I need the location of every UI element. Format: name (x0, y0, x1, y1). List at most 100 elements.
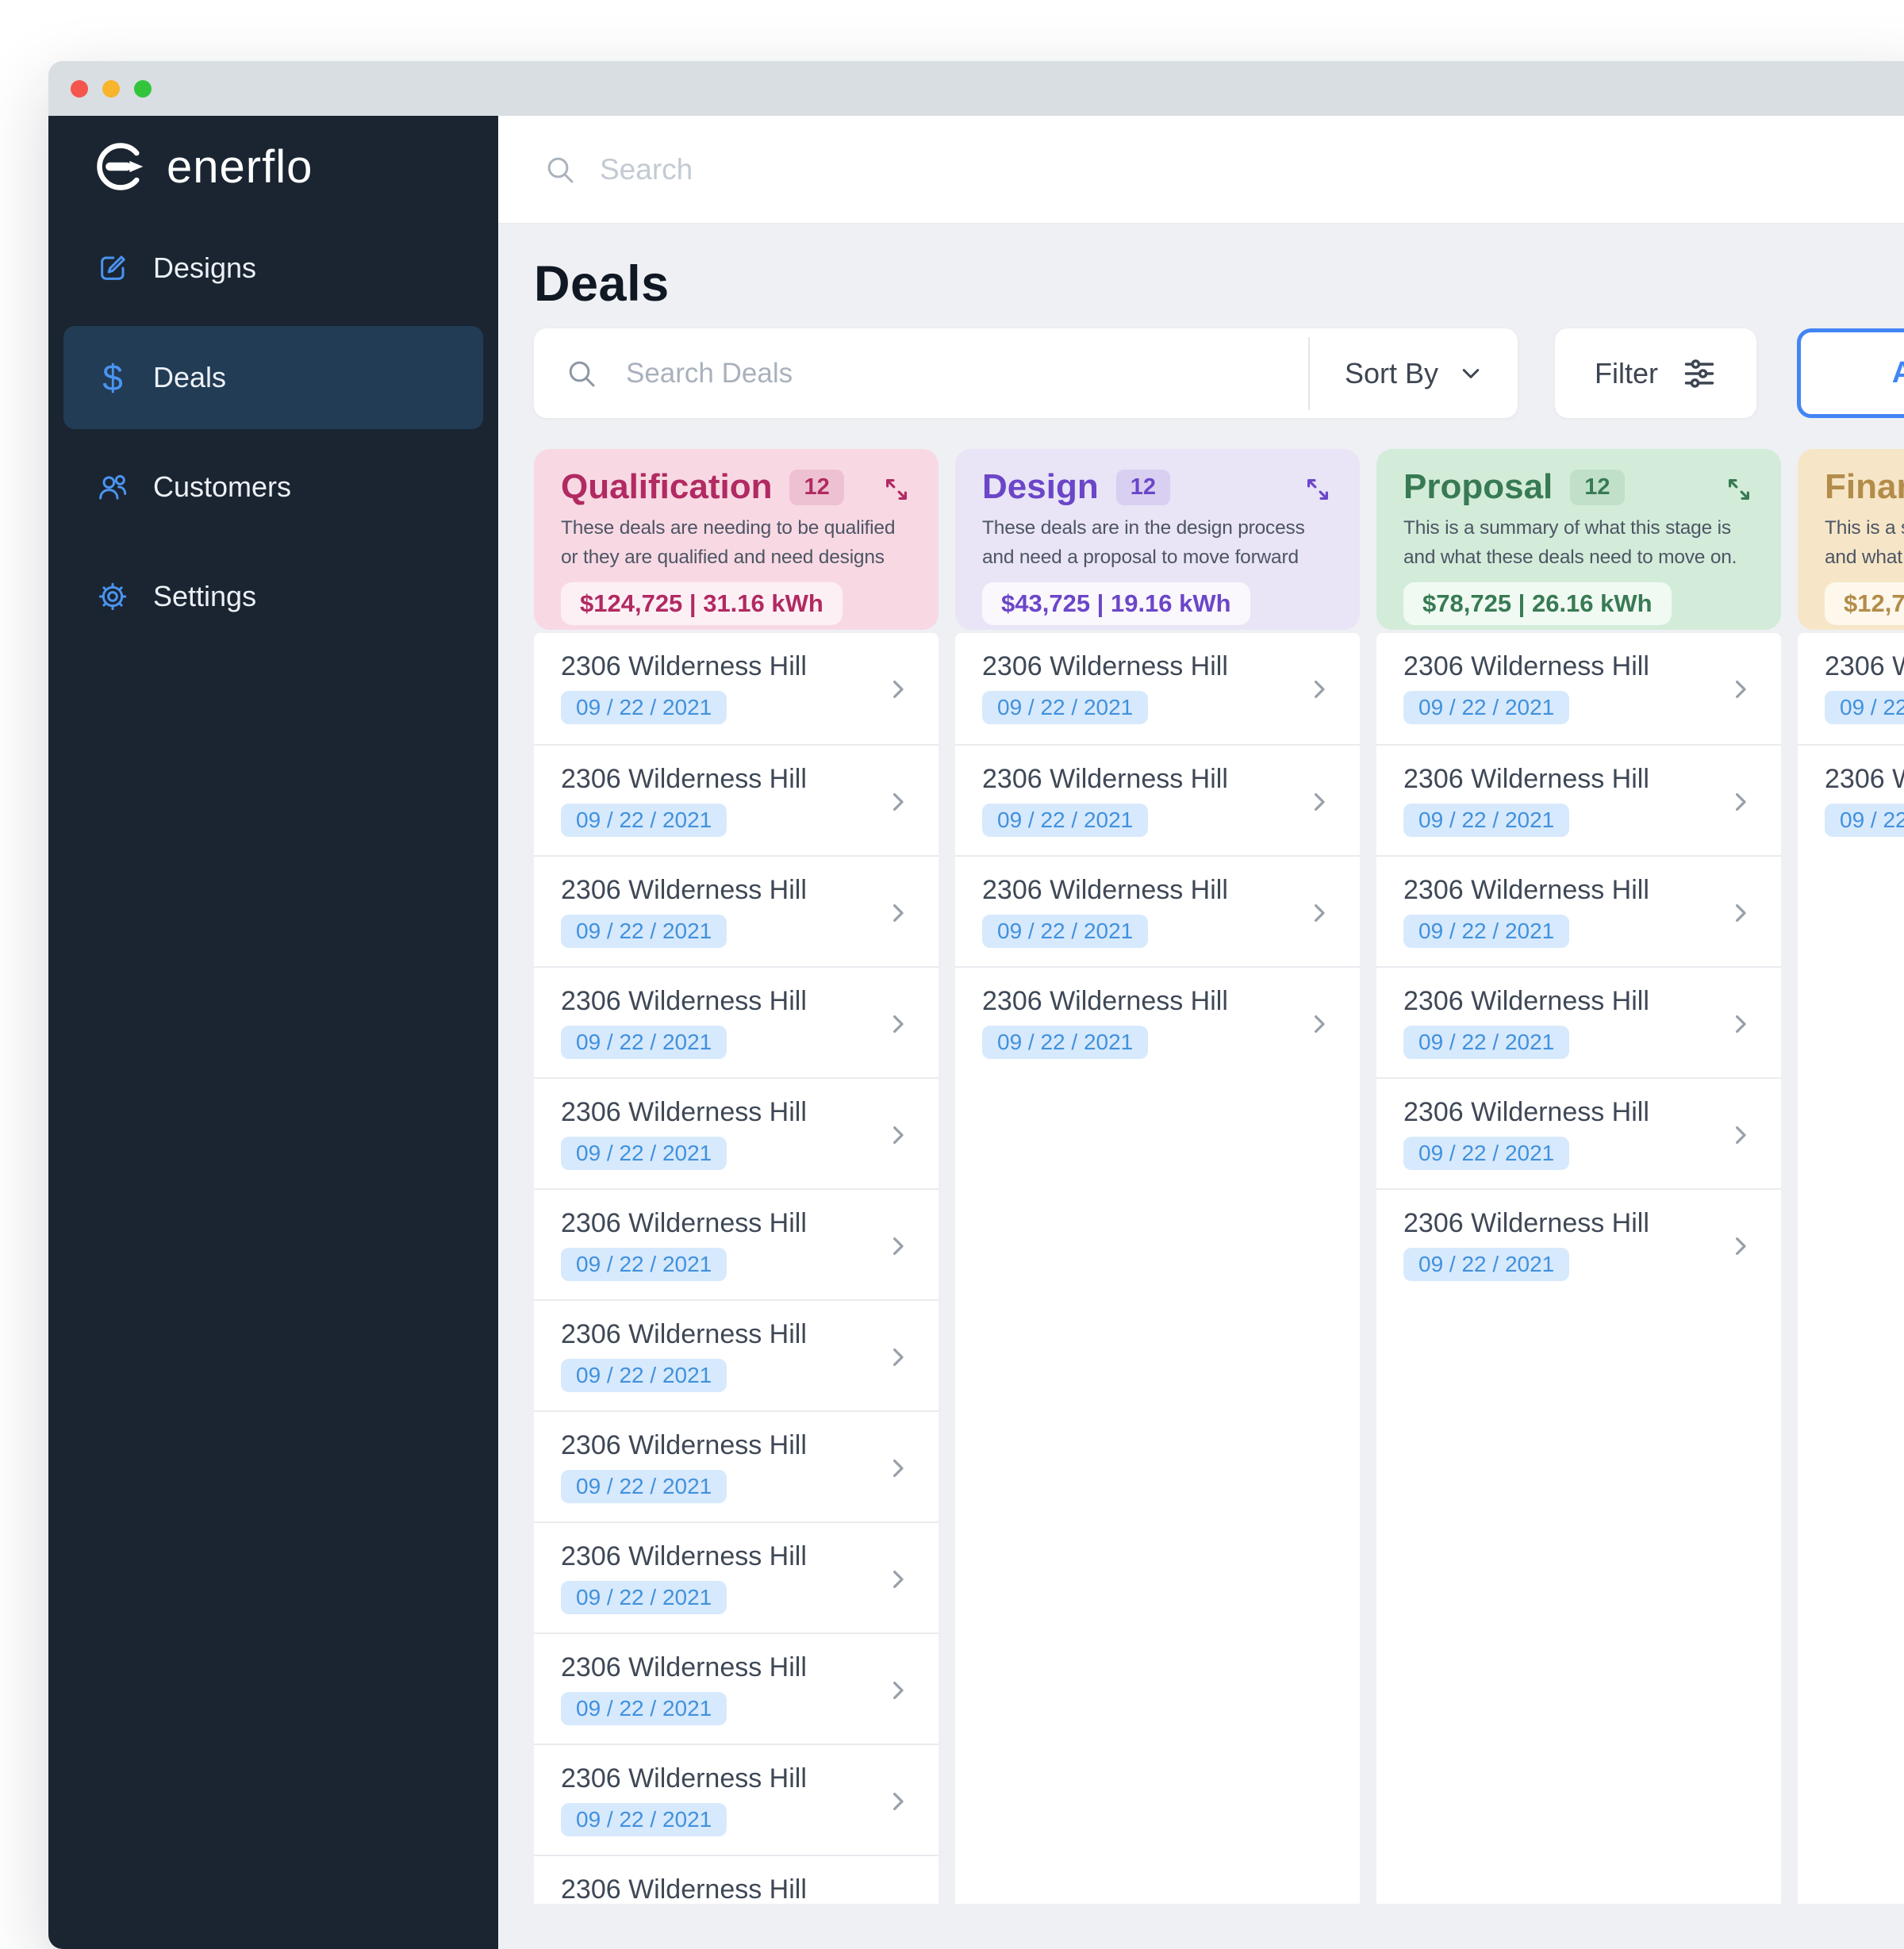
deal-card[interactable]: 2306 Wilderness Hill 09 / 22 / 2021 (534, 1410, 939, 1521)
chevron-right-icon (1315, 793, 1325, 811)
search-icon (547, 157, 574, 182)
search-icon (569, 361, 595, 386)
deal-title: 2306 Wilderness Hill (982, 875, 1228, 905)
deal-title: 2306 Wilderness Hill (561, 1319, 807, 1349)
deal-card[interactable]: 2306 Wilderness Hill 09 / 22 / 2021 (1376, 855, 1781, 966)
deal-title: 2306 Wilderness Hill (982, 986, 1228, 1016)
deal-card[interactable]: 2306 Wilderness Hill 09 / 22 / 2021 (1798, 633, 1904, 744)
deal-card[interactable]: 2306 Wilderness Hill 09 / 22 / 2021 (1376, 1077, 1781, 1188)
column-title: Qualification (561, 467, 773, 506)
chevron-right-icon (893, 1349, 904, 1366)
column-count-badge: 12 (789, 469, 844, 505)
chevron-right-icon (893, 681, 904, 698)
sort-by-dropdown[interactable]: Sort By (1310, 328, 1518, 418)
deal-card[interactable]: 2306 Wilderness Hill 09 / 22 / 2021 (534, 1077, 939, 1188)
deal-title: 2306 Wilderness Hill (561, 875, 807, 905)
deals-search-input[interactable] (624, 356, 1308, 390)
sidebar-item-deals[interactable]: $ Deals (63, 326, 483, 429)
deal-title: 2306 Wilderness Hill (1403, 986, 1649, 1016)
deal-card[interactable]: 2306 Wilderness Hill 09 / 22 / 2021 (955, 855, 1360, 966)
close-window-button[interactable] (71, 79, 88, 98)
deal-card[interactable]: 2306 Wilderness Hill 09 / 22 / 2021 (534, 744, 939, 855)
sidebar-item-designs[interactable]: Designs (63, 217, 483, 320)
page-title: Deals (534, 256, 670, 312)
maximize-window-button[interactable] (134, 79, 152, 98)
column-header: Financing This is a summary of what this… (1798, 449, 1904, 630)
deal-date-badge: 09 / 22 / 2021 (1825, 691, 1904, 724)
chevron-down-icon (1462, 368, 1480, 378)
deal-card[interactable]: 2306 Wilderness Hill 09 / 22 / 2021 (534, 1632, 939, 1744)
chevron-right-icon (893, 1126, 904, 1144)
chevron-right-icon (893, 904, 904, 922)
window-titlebar (48, 61, 1904, 116)
deal-title: 2306 Wilderness Hill (982, 651, 1228, 681)
deal-card[interactable]: 2306 Wilderness Hill 09 / 22 / 2021 (534, 855, 939, 966)
global-search-bar (498, 116, 1904, 224)
column-header: Proposal 12 This is a summary of what th… (1376, 449, 1781, 630)
deal-title: 2306 Wilderness Hill (1403, 875, 1649, 905)
expand-icon[interactable] (1724, 474, 1754, 505)
deal-card[interactable]: 2306 Wilderness Hill 09 / 22 / 2021 (1376, 744, 1781, 855)
deal-card[interactable]: 2306 Wilderness Hill 09 / 22 / 2021 (1798, 744, 1904, 855)
deal-card[interactable]: 2306 Wilderness Hill 09 / 22 / 2021 (1376, 966, 1781, 1077)
deal-card[interactable]: 2306 Wilderness Hill 09 / 22 / 2021 (1376, 1188, 1781, 1299)
global-search-input[interactable] (598, 152, 1154, 187)
column-stat-pill: $124,725 | 31.16 kWh (561, 581, 843, 625)
filter-button[interactable]: Filter (1555, 328, 1756, 418)
page-content: Deals Sort By (498, 224, 1904, 1949)
chevron-right-icon (1315, 681, 1325, 698)
deal-date-badge: 09 / 22 / 2021 (561, 1248, 727, 1281)
minimize-window-button[interactable] (102, 79, 120, 98)
deal-title: 2306 Wilderness Hill (561, 1541, 807, 1571)
deals-toolbar: Sort By Filter (534, 328, 1904, 418)
all-deals-button[interactable]: All Deals (1797, 328, 1904, 418)
sidebar-menu: Designs $ Deals Customers Settings (48, 217, 498, 648)
deal-card[interactable]: 2306 Wilderness Hill 09 / 22 / 2021 (534, 633, 939, 744)
chevron-right-icon (1315, 1015, 1325, 1033)
column-description: These deals are in the design process an… (982, 517, 1305, 568)
column-header: Design 12 These deals are in the design … (955, 449, 1360, 630)
deal-date-badge: 09 / 22 / 2021 (982, 691, 1149, 724)
deal-title: 2306 Wilderness Hill (1403, 1208, 1649, 1238)
deal-date-badge: 09 / 22 / 2021 (561, 691, 727, 724)
app-window: enerflo Designs $ Deals Customers Settin… (48, 61, 1904, 1949)
deal-card[interactable]: 2306 Wilderness Hill 09 / 22 / 2021 (955, 966, 1360, 1077)
deal-card[interactable]: 2306 Wilderness Hill 09 / 22 / 2021 (534, 1855, 939, 1904)
chevron-right-icon (893, 1237, 904, 1255)
chevron-right-icon (893, 1793, 904, 1810)
deal-title: 2306 Wilderness Hill (1403, 764, 1649, 794)
enerflo-logo-icon (97, 143, 144, 190)
column-title: Financing (1825, 467, 1904, 506)
expand-icon[interactable] (1303, 474, 1333, 505)
chevron-right-icon (1736, 1015, 1746, 1033)
column-title-row: Proposal 12 (1403, 466, 1754, 508)
deal-card[interactable]: 2306 Wilderness Hill 09 / 22 / 2021 (955, 744, 1360, 855)
chevron-right-icon (1736, 793, 1746, 811)
column-count-badge: 12 (1570, 469, 1625, 505)
deal-date-badge: 09 / 22 / 2021 (1403, 691, 1570, 724)
deal-card[interactable]: 2306 Wilderness Hill 09 / 22 / 2021 (534, 1744, 939, 1855)
app-body: enerflo Designs $ Deals Customers Settin… (48, 116, 1904, 1949)
sidebar-item-label: Settings (153, 580, 257, 612)
deal-card[interactable]: 2306 Wilderness Hill 09 / 22 / 2021 (955, 633, 1360, 744)
sidebar-item-settings[interactable]: Settings (63, 545, 483, 648)
column-stat-pill: $78,725 | 26.16 kWh (1403, 581, 1672, 625)
deal-card[interactable]: 2306 Wilderness Hill 09 / 22 / 2021 (534, 1188, 939, 1299)
deal-card[interactable]: 2306 Wilderness Hill 09 / 22 / 2021 (1376, 633, 1781, 744)
deal-title: 2306 Wilderness Hill (561, 1208, 807, 1238)
deal-date-badge: 09 / 22 / 2021 (561, 1026, 727, 1059)
all-deals-label: All Deals (1891, 356, 1904, 389)
sort-by-label: Sort By (1344, 356, 1438, 389)
chevron-right-icon (1736, 1237, 1746, 1255)
deal-card[interactable]: 2306 Wilderness Hill 09 / 22 / 2021 (534, 966, 939, 1077)
column-description: This is a summary of what this stage is … (1403, 517, 1737, 568)
deal-date-badge: 09 / 22 / 2021 (1403, 1137, 1570, 1170)
deal-title: 2306 Wilderness Hill (561, 1430, 807, 1460)
sidebar-item-customers[interactable]: Customers (63, 435, 483, 539)
column-card-list: 2306 Wilderness Hill 09 / 22 / 2021 2306… (534, 633, 939, 1904)
deal-card[interactable]: 2306 Wilderness Hill 09 / 22 / 2021 (534, 1521, 939, 1632)
column-stat-pill: $12,725 (1825, 581, 1904, 625)
expand-icon[interactable] (881, 474, 912, 505)
deal-title: 2306 Wilderness Hill (561, 1763, 807, 1794)
deal-card[interactable]: 2306 Wilderness Hill 09 / 22 / 2021 (534, 1299, 939, 1410)
